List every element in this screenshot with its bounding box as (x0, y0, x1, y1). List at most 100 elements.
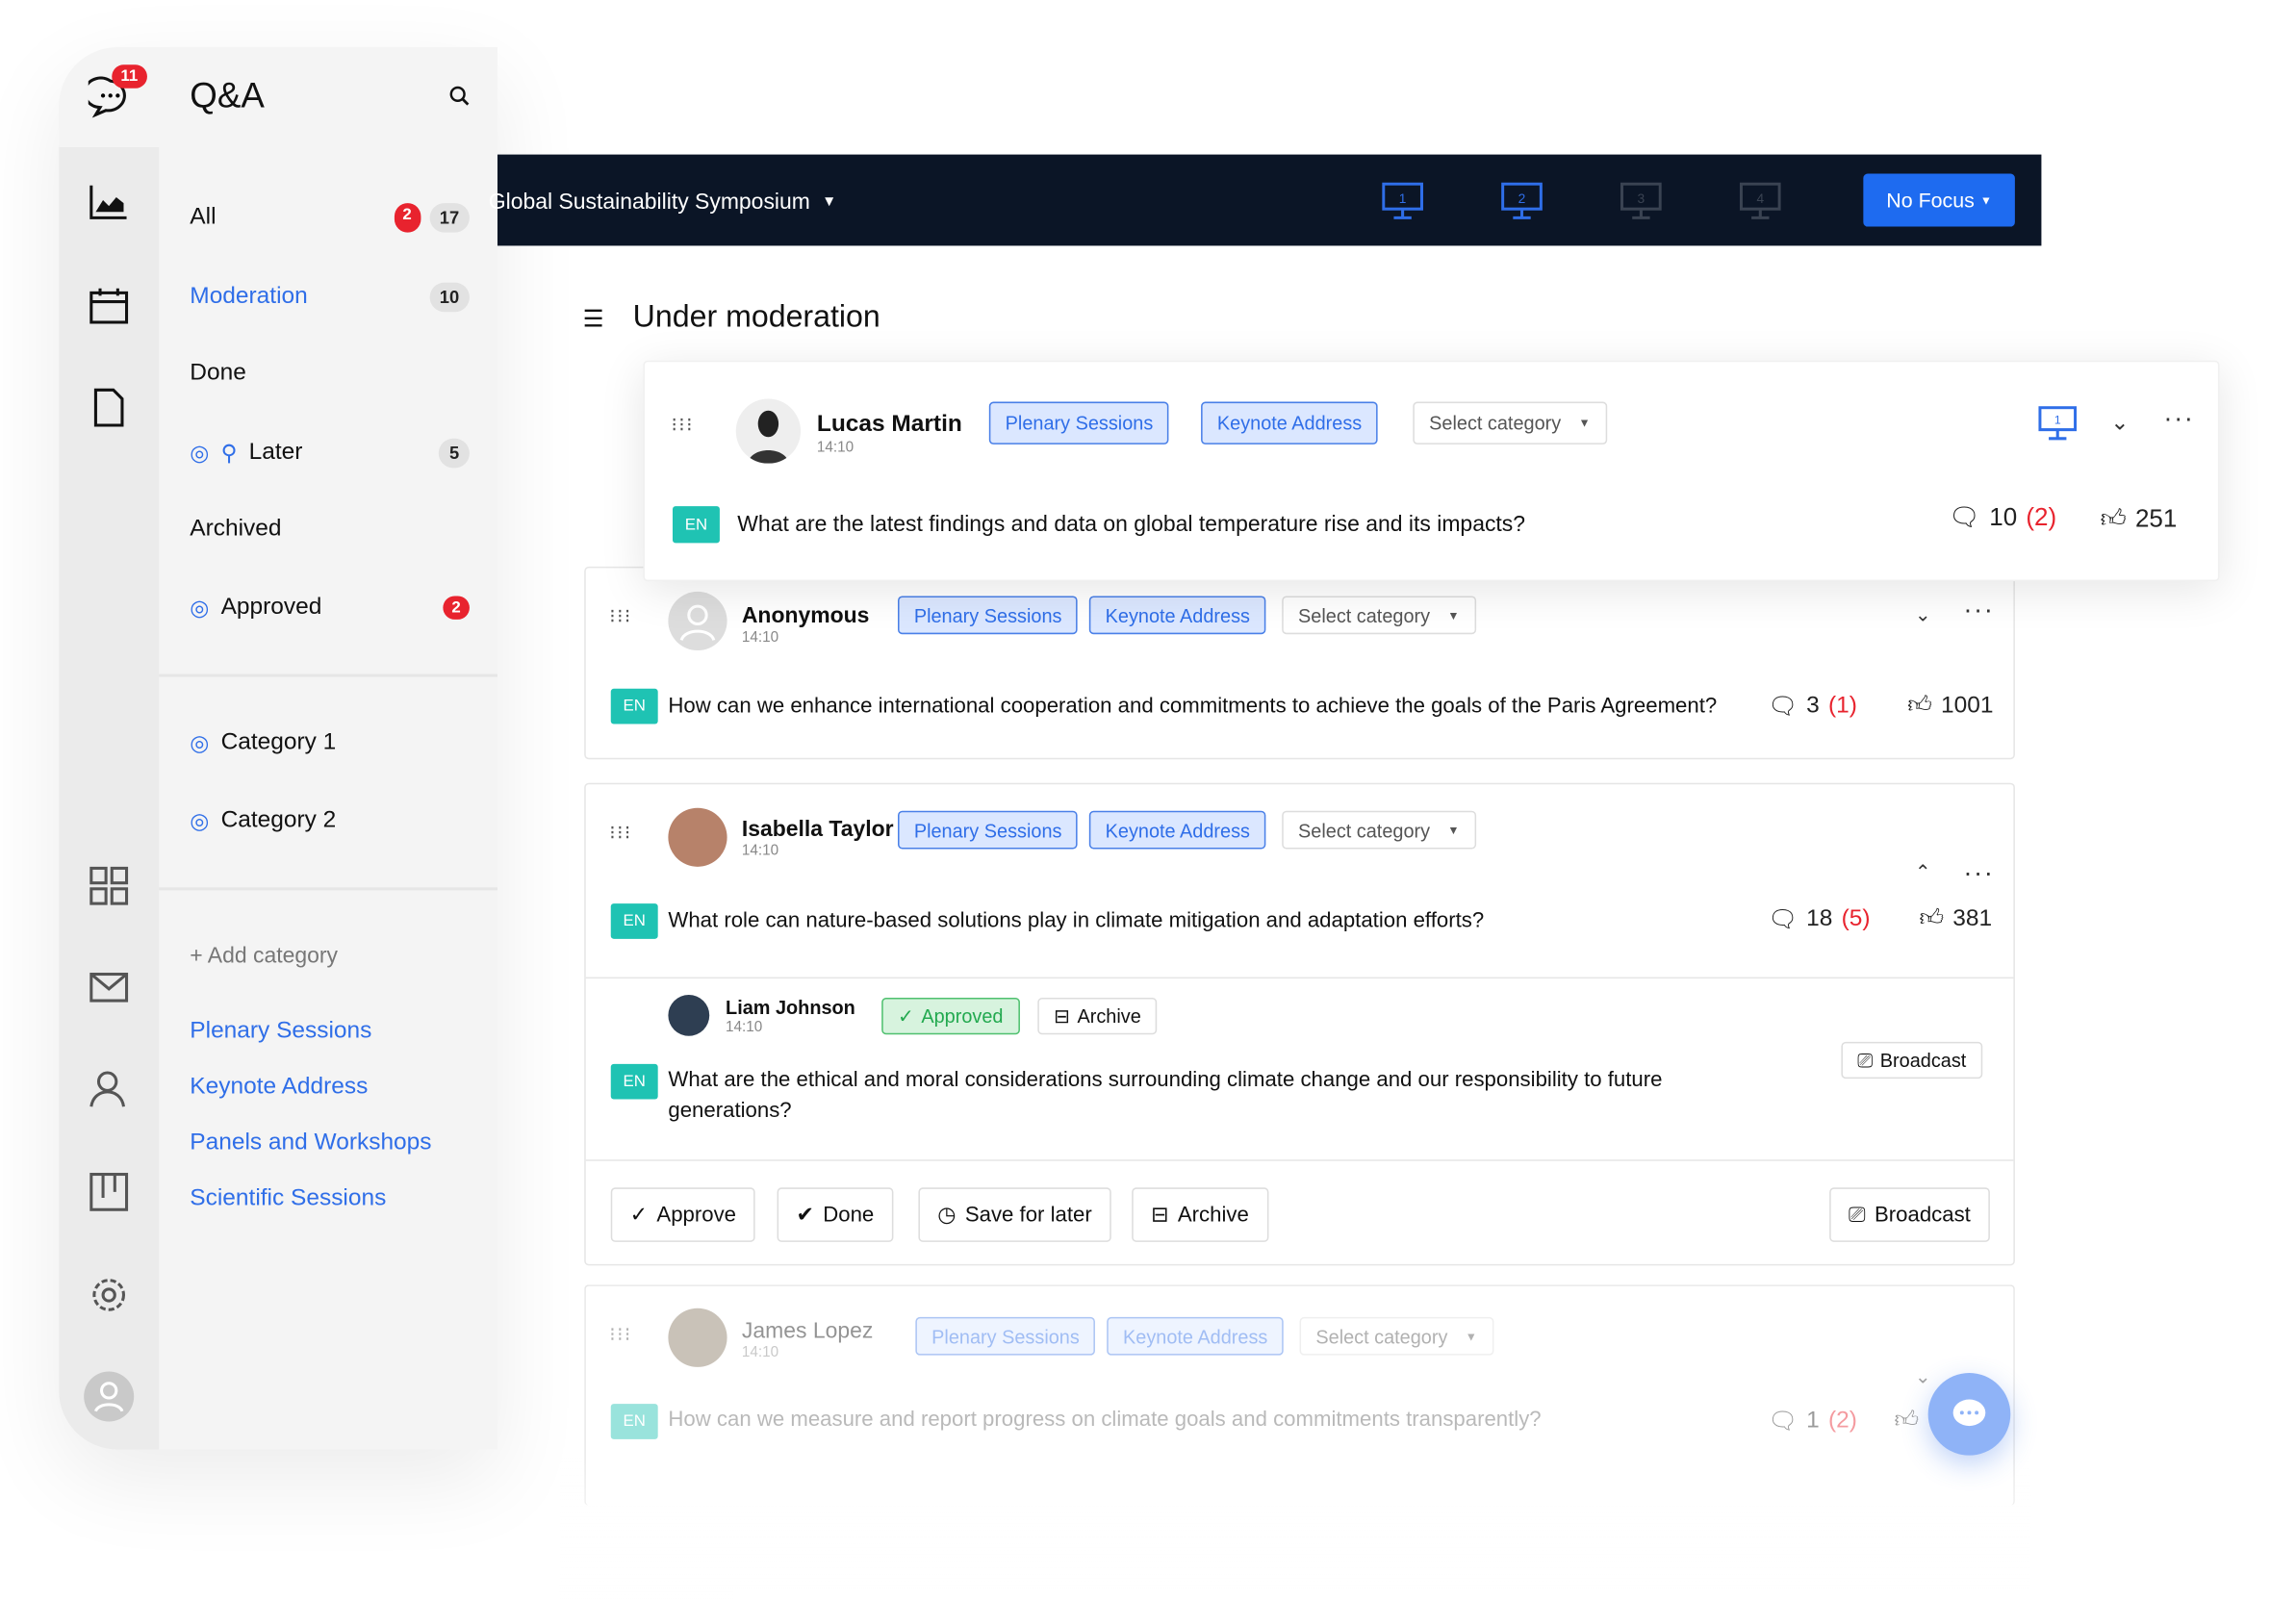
like-count[interactable]: 👍︎ 1001 (1907, 692, 1993, 720)
chevron-down-icon[interactable]: ⌄ (1915, 603, 1931, 626)
avatar (668, 591, 727, 651)
approve-button[interactable]: ✓ Approve (610, 1187, 755, 1242)
chat-fab[interactable] (1927, 1373, 2011, 1456)
chevron-down-icon[interactable]: ⌄ (1915, 1365, 1931, 1388)
thumbs-up-icon: 👍︎ (2100, 504, 2127, 533)
screen-1-button[interactable]: 1 (1382, 182, 1424, 221)
tag-chip[interactable]: Keynote Address (1088, 596, 1266, 635)
timestamp: 14:10 (726, 1019, 763, 1036)
calendar-icon[interactable] (89, 286, 130, 327)
select-label: Select category (1429, 412, 1562, 435)
broadcast-button[interactable]: ⎚ Broadcast (1829, 1187, 1990, 1242)
new-count: (2) (1827, 1408, 1857, 1434)
reply-archive-button[interactable]: ⊟ Archive (1037, 998, 1158, 1035)
tag-chip[interactable]: Keynote Address (1088, 810, 1266, 850)
reply-broadcast-button[interactable]: ⎚ Broadcast (1841, 1041, 1983, 1079)
grid-icon[interactable] (89, 865, 130, 906)
screen-4-button[interactable]: 4 (1739, 182, 1781, 221)
more-icon[interactable]: ··· (1963, 595, 1994, 625)
tag-chip[interactable]: Plenary Sessions (897, 810, 1079, 850)
tag-chip[interactable]: Plenary Sessions (988, 401, 1170, 444)
approved-status[interactable]: ✓ Approved (881, 998, 1020, 1035)
screen-number: 3 (1638, 191, 1645, 206)
nav-done[interactable]: Done (190, 361, 470, 388)
nav-archived[interactable]: Archived (190, 517, 470, 544)
language-badge: EN (610, 688, 658, 724)
chat-bubble-icon (1952, 1399, 1986, 1427)
session-link[interactable]: Scientific Sessions (190, 1186, 386, 1213)
nav-later[interactable]: ◎ ⚲ Later 5 (190, 438, 470, 469)
archive-button[interactable]: ⊟ Archive (1132, 1187, 1268, 1242)
session-link[interactable]: Panels and Workshops (190, 1130, 431, 1157)
reply-text: What are the ethical and moral considera… (668, 1068, 1663, 1124)
double-check-icon: ✔ (796, 1203, 815, 1227)
settings-icon[interactable] (89, 1275, 130, 1316)
category-select[interactable]: Select category ▼ (1413, 401, 1607, 444)
comment-count[interactable]: 🗨 18 (5) (1768, 905, 1871, 935)
count: 251 (2134, 503, 2178, 532)
nav-category-1[interactable]: ◎ Category 1 (190, 730, 470, 757)
chevron-down-icon[interactable]: ⌄ (2110, 409, 2129, 436)
drag-handle-icon[interactable]: ⁝⁝⁝ (609, 823, 630, 842)
thumbs-up-icon: 👍︎ (1894, 1408, 1920, 1434)
menu-icon[interactable]: ☰ (583, 305, 604, 335)
drag-handle-icon[interactable]: ⁝⁝⁝ (671, 415, 692, 434)
button-label: Broadcast (1879, 1049, 1967, 1072)
comment-icon: 🗨 (1767, 694, 1798, 720)
category-select[interactable]: Select category ▼ (1282, 810, 1476, 850)
like-count[interactable]: 👍︎ 381 (1919, 905, 1992, 933)
users-icon[interactable] (89, 1068, 130, 1109)
screen-assign-icon[interactable]: 1 (2038, 406, 2078, 448)
nav-all[interactable]: All 2 17 (190, 203, 470, 233)
screen-2-button[interactable]: 2 (1501, 182, 1543, 221)
page-title: Under moderation (632, 300, 880, 335)
session-link[interactable]: Keynote Address (190, 1075, 368, 1102)
category-select[interactable]: Select category ▼ (1282, 596, 1476, 635)
divider (159, 887, 497, 891)
nav-category-2[interactable]: ◎ Category 2 (190, 808, 470, 835)
user-avatar[interactable] (84, 1371, 135, 1422)
tag-chip[interactable]: Keynote Address (1201, 401, 1379, 444)
done-button[interactable]: ✔ Done (777, 1187, 894, 1242)
tag-chip[interactable]: Keynote Address (1107, 1316, 1285, 1356)
document-icon[interactable] (89, 387, 130, 428)
analytics-icon[interactable] (89, 183, 130, 224)
screen-3-button[interactable]: 3 (1620, 182, 1662, 221)
chevron-up-icon[interactable]: ⌃ (1915, 861, 1931, 884)
caret-down-icon: ▼ (1578, 416, 1591, 430)
event-selector[interactable]: Global Sustainability Symposium ▼ (489, 190, 836, 215)
comment-icon: 🗨 (1767, 1410, 1798, 1435)
comment-count[interactable]: 🗨 1 (2) (1768, 1407, 1857, 1436)
select-label: Select category (1315, 1325, 1448, 1348)
eye-off-icon: ◎ (190, 809, 210, 835)
alert-badge: 2 (394, 203, 421, 233)
comment-count[interactable]: 🗨 10 (2) (1949, 503, 2056, 533)
category-select[interactable]: Select category ▼ (1299, 1316, 1493, 1356)
nav-approved[interactable]: ◎ Approved 2 (190, 595, 470, 621)
more-icon[interactable]: ··· (2163, 403, 2194, 434)
thumbs-up-icon: 👍︎ (1907, 693, 1932, 719)
mail-icon[interactable] (89, 970, 130, 1011)
save-for-later-button[interactable]: ◷ Save for later (918, 1187, 1111, 1242)
tag-chip[interactable]: Plenary Sessions (915, 1316, 1096, 1356)
board-icon[interactable] (89, 1171, 130, 1212)
more-icon[interactable]: ··· (1963, 858, 1994, 889)
tag-chip[interactable]: Plenary Sessions (897, 596, 1079, 635)
like-count[interactable]: 👍︎ 251 (2101, 503, 2178, 534)
focus-dropdown[interactable]: No Focus ▼ (1863, 173, 2015, 227)
nav-moderation[interactable]: Moderation 10 (190, 282, 470, 313)
search-icon[interactable] (448, 86, 471, 115)
select-label: Select category (1298, 603, 1431, 626)
drag-handle-icon[interactable]: ⁝⁝⁝ (609, 1325, 630, 1344)
like-count[interactable]: 👍︎ (1894, 1407, 1919, 1435)
timestamp: 14:10 (741, 1344, 779, 1361)
add-category-button[interactable]: + Add category (190, 943, 338, 968)
drag-handle-icon[interactable]: ⁝⁝⁝ (609, 606, 630, 625)
count: 381 (1952, 905, 1993, 931)
button-label: Done (823, 1203, 875, 1227)
caret-down-icon: ▼ (1447, 608, 1460, 622)
session-link[interactable]: Plenary Sessions (190, 1018, 371, 1045)
comment-count[interactable]: 🗨 3 (1) (1768, 692, 1857, 722)
thumbs-up-icon: 👍︎ (1919, 906, 1945, 932)
count: 18 (1806, 906, 1833, 932)
